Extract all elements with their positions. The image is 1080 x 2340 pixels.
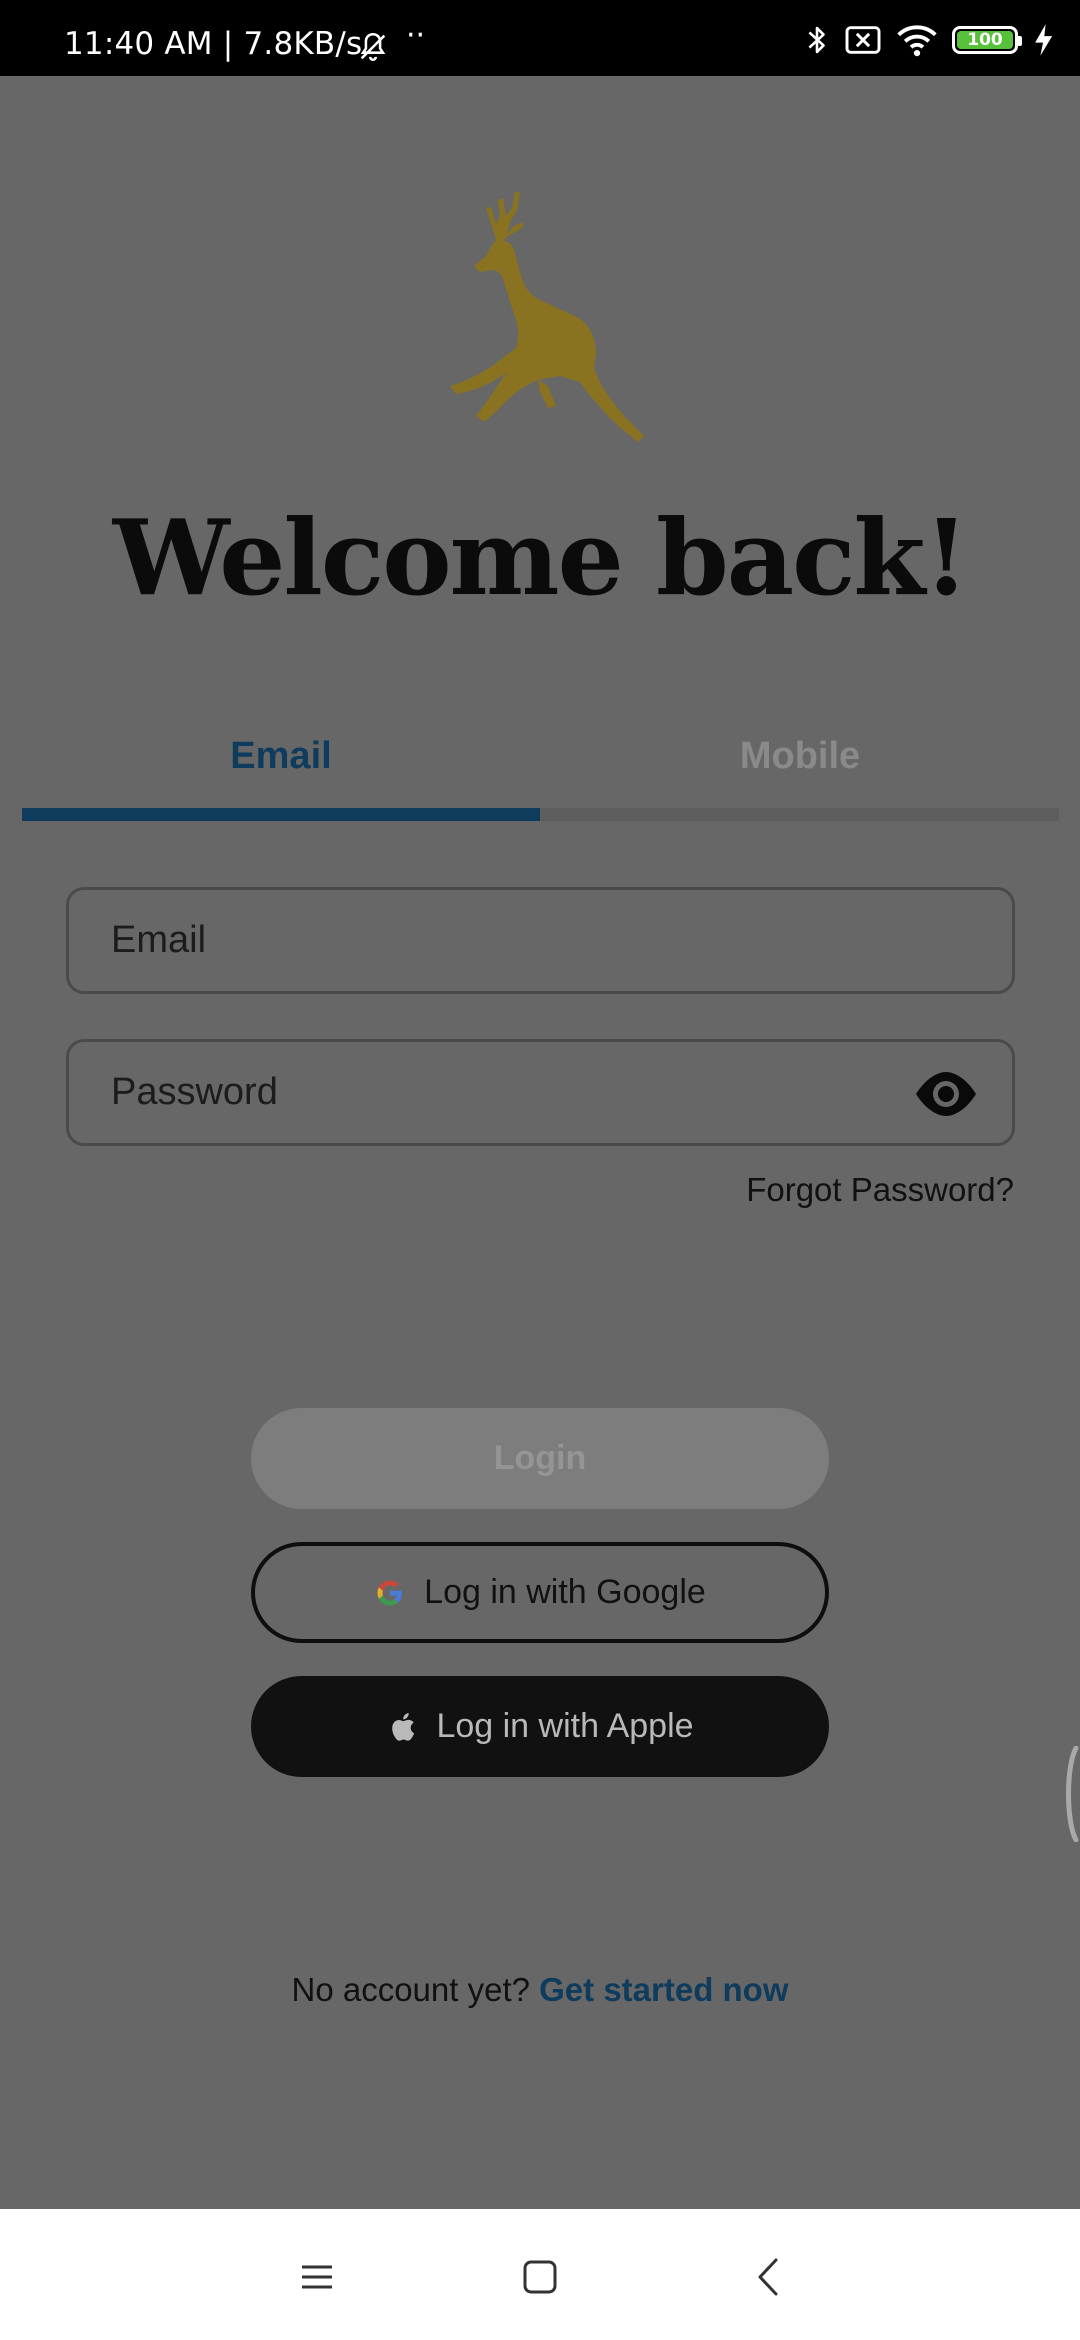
battery-icon: 100 xyxy=(952,26,1022,54)
tab-mobile[interactable]: Mobile xyxy=(541,716,1059,796)
get-started-link[interactable]: Get started now xyxy=(539,1971,788,2008)
sim-off-icon xyxy=(845,26,881,54)
eye-icon[interactable] xyxy=(914,1070,978,1118)
email-field[interactable]: Email xyxy=(66,887,1015,994)
bell-off-icon xyxy=(360,32,386,61)
login-button-label: Login xyxy=(493,1439,587,1477)
apple-button-label: Log in with Apple xyxy=(436,1707,694,1745)
back-button[interactable] xyxy=(740,2249,796,2305)
apple-icon xyxy=(386,1711,418,1743)
navigation-bar xyxy=(0,2209,1080,2340)
login-method-tabs: Email Mobile xyxy=(22,716,1059,810)
page-title: Welcome back! xyxy=(112,496,969,619)
google-login-button[interactable]: Log in with Google xyxy=(251,1542,829,1643)
email-placeholder: Email xyxy=(111,919,207,961)
status-time: 11:40 AM | 7.8KB/s xyxy=(64,26,363,62)
more-dots-icon: ·· xyxy=(406,18,426,53)
battery-level: 100 xyxy=(967,30,1003,50)
bluetooth-icon xyxy=(808,26,825,54)
password-field[interactable]: Password xyxy=(66,1039,1015,1146)
wifi-icon xyxy=(897,25,937,57)
google-button-label: Log in with Google xyxy=(424,1573,706,1611)
forgot-password-link[interactable]: Forgot Password? xyxy=(746,1171,1014,1209)
home-button[interactable] xyxy=(512,2249,568,2305)
login-button[interactable]: Login xyxy=(251,1408,829,1509)
home-icon xyxy=(523,2260,557,2294)
status-bar: 11:40 AM | 7.8KB/s ·· 100 xyxy=(0,0,1080,76)
back-icon xyxy=(758,2258,778,2296)
password-placeholder: Password xyxy=(111,1071,278,1113)
menu-icon xyxy=(302,2265,332,2289)
edge-swipe-handle[interactable] xyxy=(1060,1746,1080,1842)
charging-icon xyxy=(1035,24,1053,56)
google-icon xyxy=(374,1577,406,1609)
tab-email[interactable]: Email xyxy=(22,716,540,796)
apple-login-button[interactable]: Log in with Apple xyxy=(251,1676,829,1777)
no-account-text: No account yet? xyxy=(291,1971,530,2008)
tab-underline-active xyxy=(22,808,540,821)
signup-prompt: No account yet? Get started now xyxy=(0,1971,1080,2009)
deer-logo xyxy=(450,192,644,442)
menu-button[interactable] xyxy=(289,2249,345,2305)
login-screen: Welcome back! Email Mobile Email Passwor… xyxy=(0,76,1080,2209)
